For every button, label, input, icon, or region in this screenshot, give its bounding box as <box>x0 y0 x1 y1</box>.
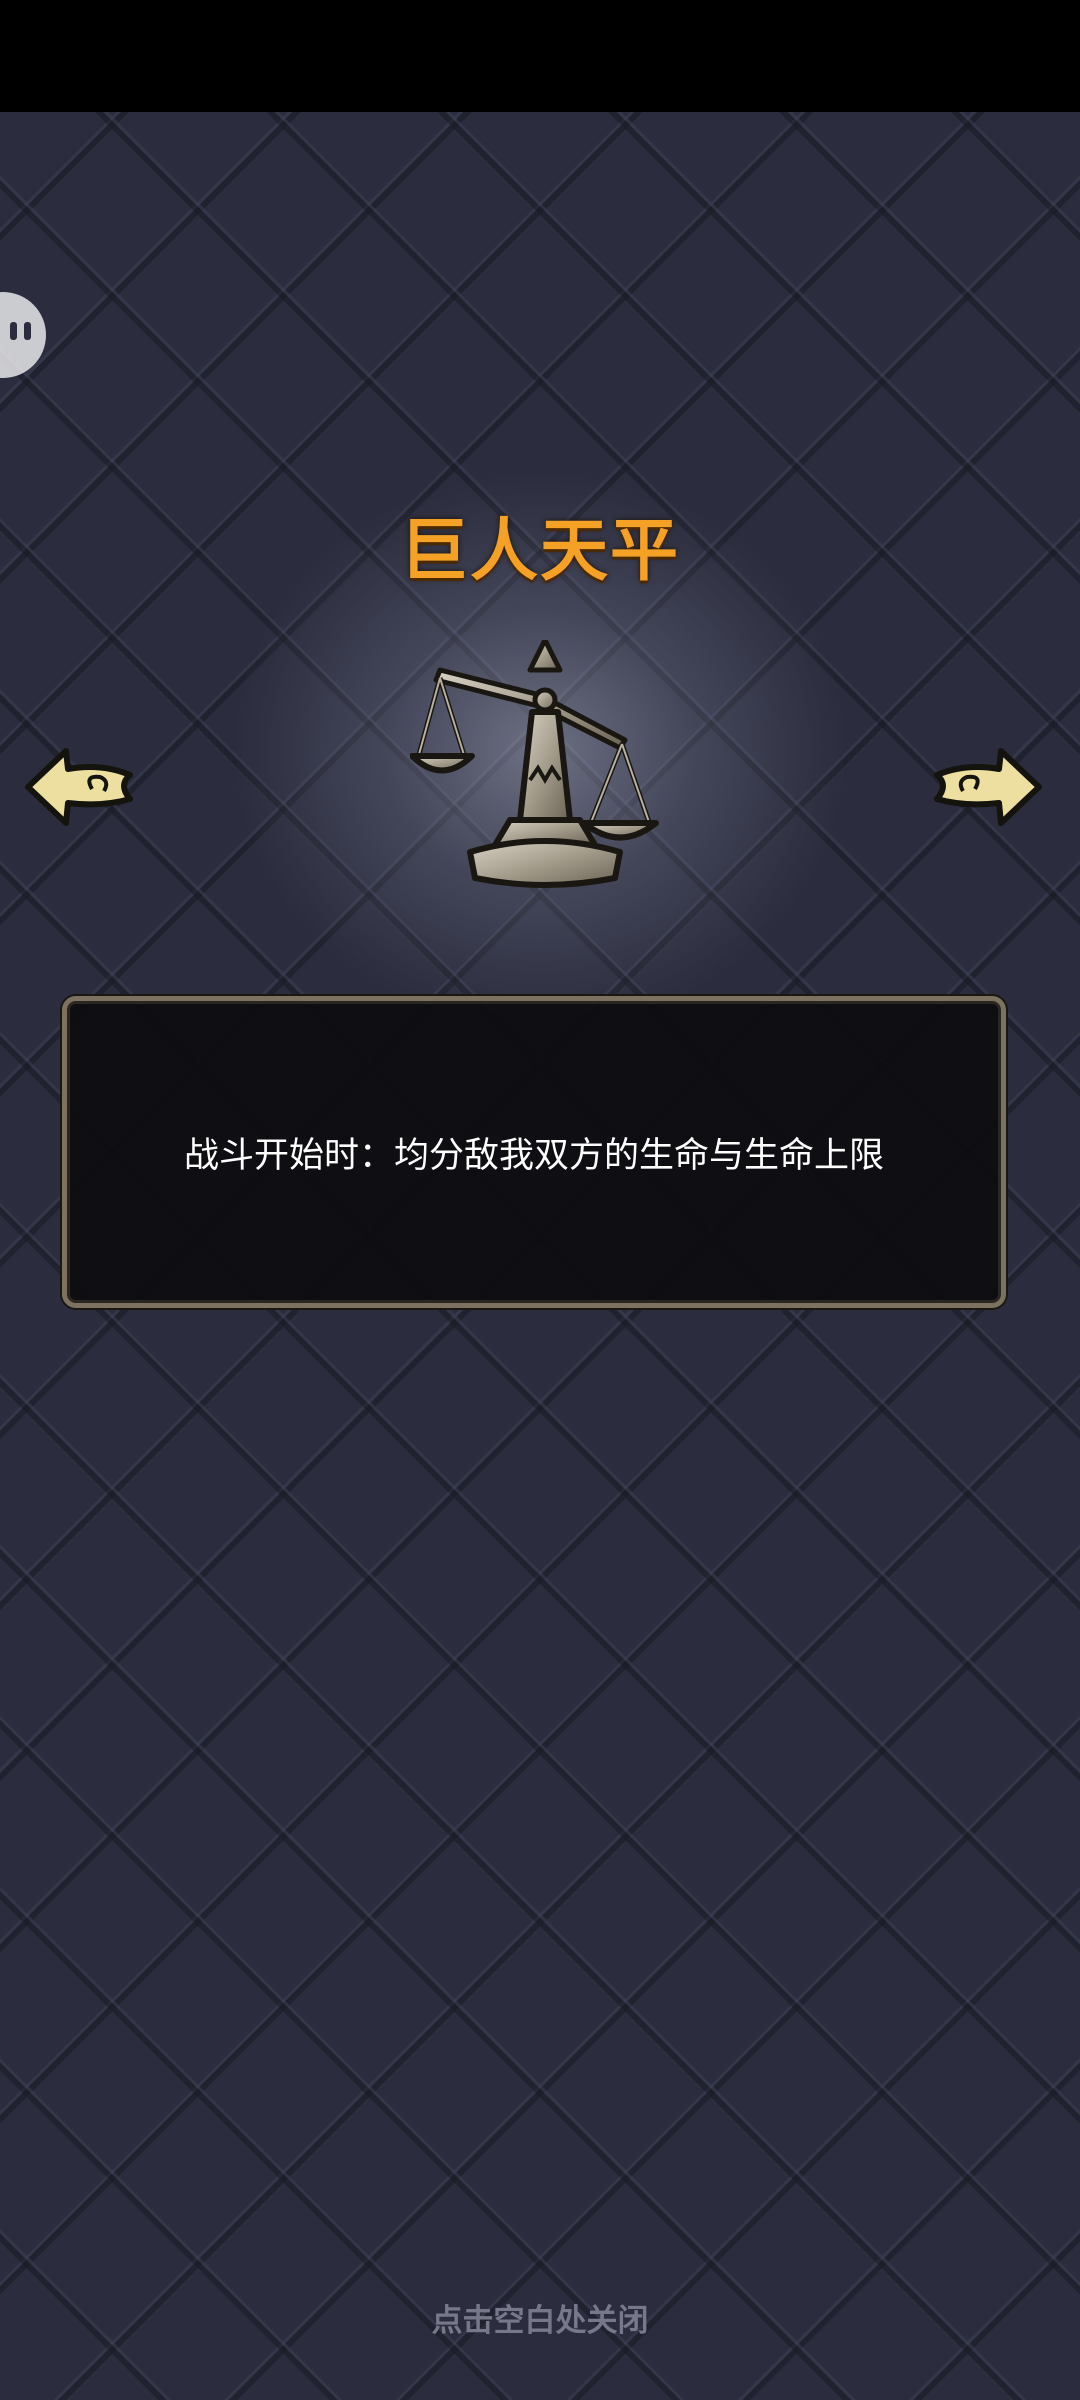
balance-scale-icon <box>410 640 659 888</box>
close-hint[interactable]: 点击空白处关闭 <box>0 2295 1080 2340</box>
item-title: 巨人天平 <box>399 512 680 591</box>
arrow-left-icon[interactable] <box>22 745 137 829</box>
arrow-right-icon[interactable] <box>930 745 1045 829</box>
bubble-eye-icon <box>10 322 17 340</box>
description-panel: 战斗开始时：均分敌我双方的生命与生命上限 <box>62 996 1006 1308</box>
game-screen[interactable]: 巨人天平 战斗开始时：均分敌我双方的生命与生命上限 点击空白处关闭 <box>0 0 1080 2400</box>
status-bar <box>0 0 1080 112</box>
bubble-eye-icon <box>24 322 31 340</box>
item-description: 战斗开始时：均分敌我双方的生命与生命上限 <box>183 1135 884 1176</box>
